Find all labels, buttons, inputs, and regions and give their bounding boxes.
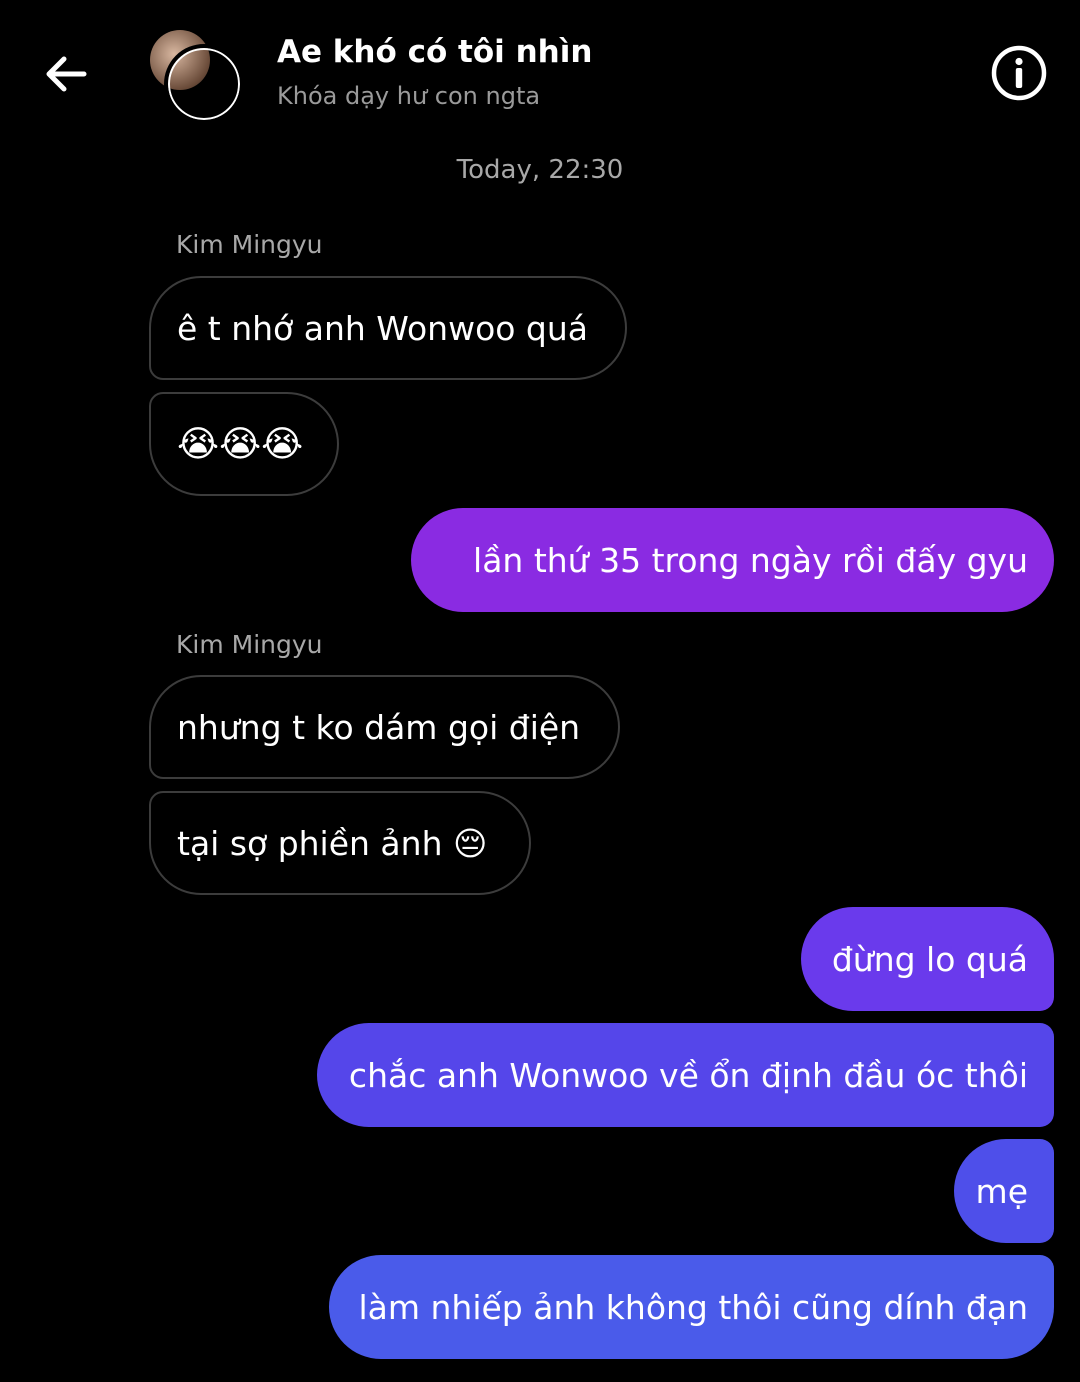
chat-header: Ae khó có tôi nhìn Khóa dạy hư con ngta [0,0,1080,135]
chat-title[interactable]: Ae khó có tôi nhìn [277,34,592,70]
message-text: chắc anh Wonwoo về ổn định đầu óc thôi [348,1055,1028,1095]
message-bubble-incoming[interactable]: ê t nhớ anh Wonwoo quá [149,276,627,380]
arrow-left-icon [46,56,87,92]
message-bubble-outgoing[interactable]: chắc anh Wonwoo về ổn định đầu óc thôi [317,1023,1054,1127]
member-avatar-front [164,44,244,124]
message-text: lần thứ 35 trong ngày rồi đấy gyu [473,540,1028,580]
info-icon [991,45,1047,101]
sender-name: Kim Mingyu [176,630,323,659]
conversation-timestamp: Today, 22:30 [456,155,624,185]
sender-avatar[interactable] [38,820,124,906]
message-bubble-incoming[interactable]: 😭😭😭 [149,392,339,496]
message-text: 😭😭😭 [177,423,304,465]
group-avatar[interactable] [150,30,244,124]
message-text: ê t nhớ anh Wonwoo quá [177,308,589,348]
message-bubble-outgoing[interactable]: mẹ [954,1139,1054,1243]
info-button[interactable] [990,44,1048,102]
message-bubble-incoming[interactable]: nhưng t ko dám gọi điện [149,675,620,779]
message-bubble-incoming[interactable]: tại sợ phiền ảnh 😔 [149,791,531,895]
back-button[interactable] [40,48,92,100]
sender-name: Kim Mingyu [176,230,323,259]
message-text: tại sợ phiền ảnh 😔 [177,823,488,863]
message-text: nhưng t ko dám gọi điện [177,707,581,747]
message-text: mẹ [975,1171,1028,1211]
chat-subtitle: Khóa dạy hư con ngta [277,82,541,110]
message-bubble-outgoing[interactable]: lần thứ 35 trong ngày rồi đấy gyu [411,508,1054,612]
message-bubble-outgoing[interactable]: đừng lo quá [801,907,1054,1011]
sender-avatar[interactable] [38,420,124,506]
message-text: đừng lo quá [831,939,1028,979]
message-text: làm nhiếp ảnh không thôi cũng dính đạn [358,1287,1028,1327]
message-bubble-outgoing[interactable]: làm nhiếp ảnh không thôi cũng dính đạn [329,1255,1054,1359]
